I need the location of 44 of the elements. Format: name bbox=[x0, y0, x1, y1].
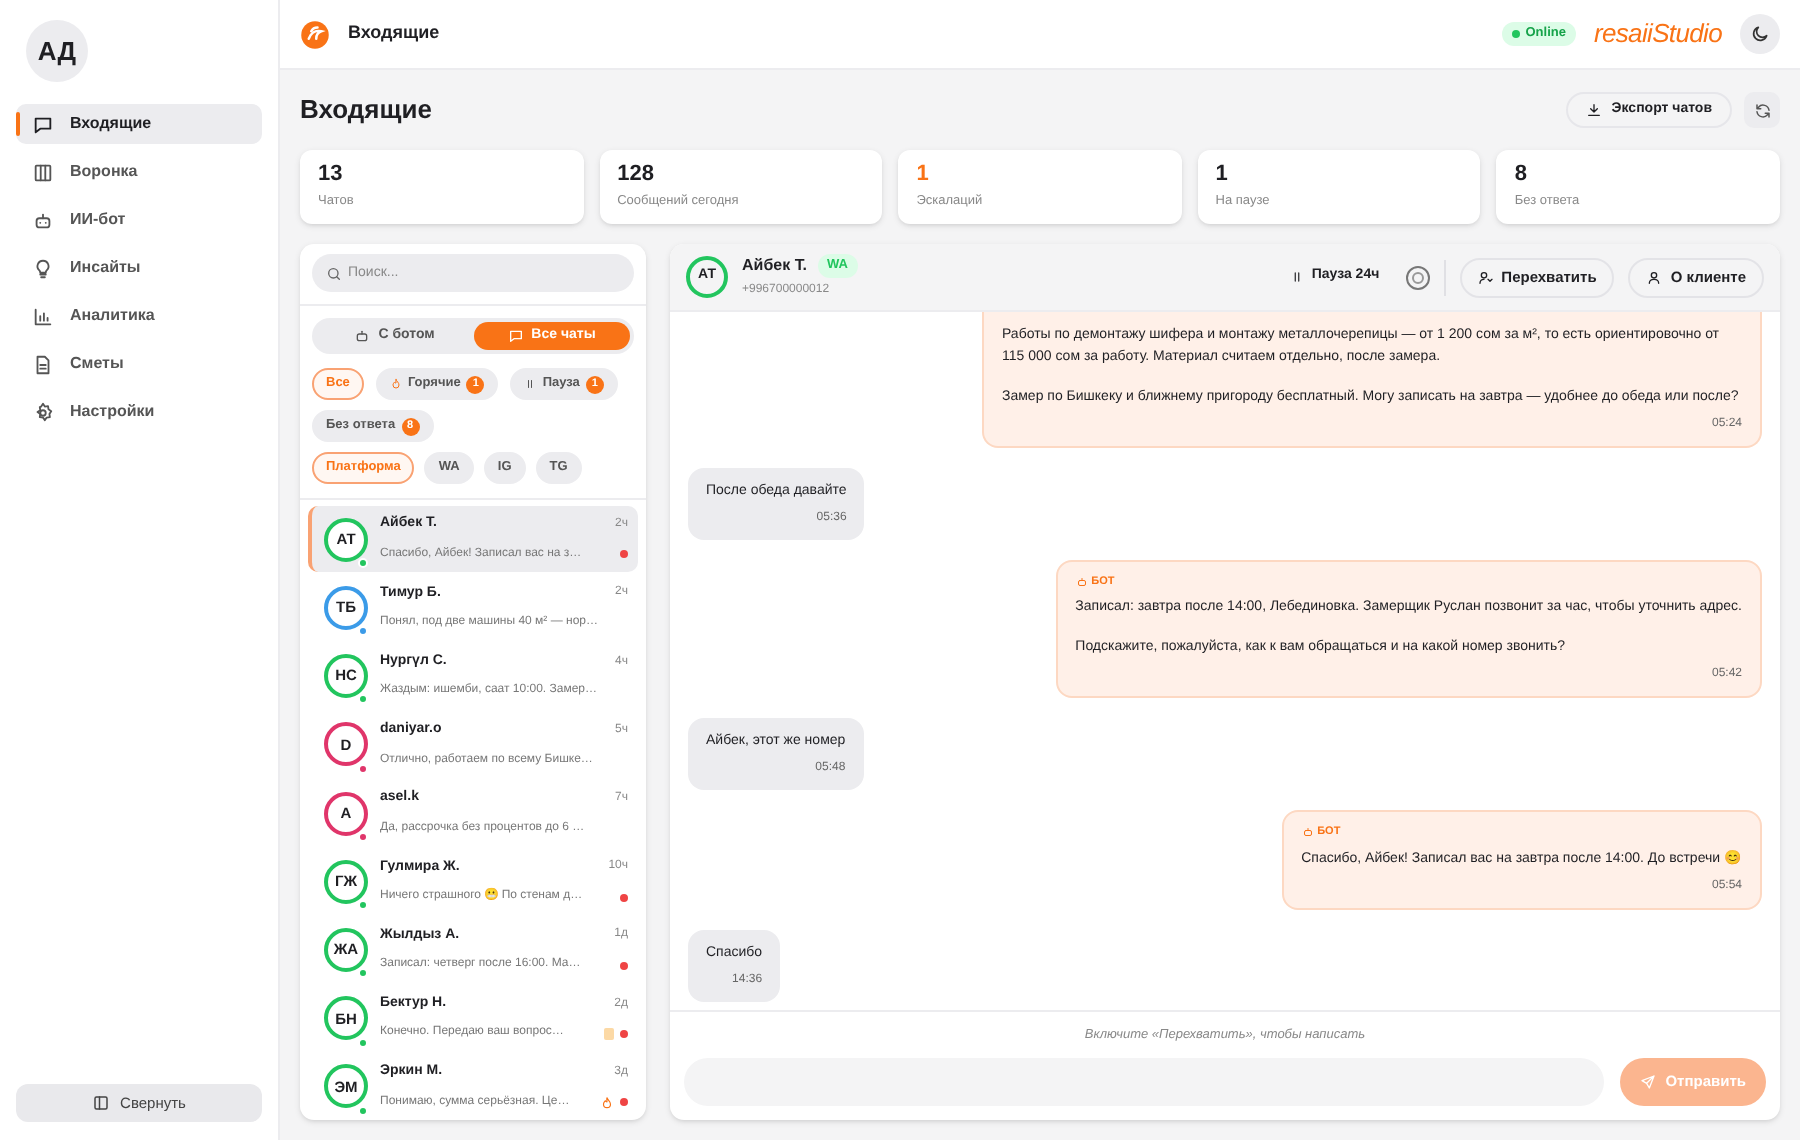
download-icon bbox=[1585, 102, 1602, 118]
refresh-icon bbox=[1753, 101, 1771, 119]
stat-value: 1 bbox=[916, 160, 931, 188]
nav-item[interactable]: Настройки bbox=[16, 392, 262, 432]
nav-item[interactable]: Сметы bbox=[16, 344, 262, 384]
brand-logo: resaiiStudio bbox=[1593, 16, 1722, 53]
nav-item[interactable]: Воронка bbox=[16, 152, 262, 192]
nav-item[interactable]: Аналитика bbox=[16, 296, 262, 336]
settings-icon bbox=[32, 401, 54, 423]
bar-chart-icon bbox=[32, 305, 54, 327]
user-icon bbox=[1477, 269, 1494, 285]
refresh-button[interactable] bbox=[1744, 92, 1780, 128]
document-icon bbox=[32, 353, 54, 375]
stat-value: 128 bbox=[617, 160, 656, 188]
pause-icon bbox=[1289, 270, 1304, 284]
info-button[interactable] bbox=[1405, 265, 1430, 289]
theme-toggle-button[interactable] bbox=[1740, 14, 1780, 54]
sidebar-icon bbox=[92, 1094, 111, 1112]
flame-icon bbox=[389, 378, 402, 391]
contact-name: Айбек Т. bbox=[742, 254, 808, 278]
columns-icon bbox=[32, 161, 54, 183]
nav-item[interactable]: Инсайты bbox=[16, 248, 262, 288]
nav-item[interactable]: Входящие bbox=[16, 104, 262, 144]
logo-icon bbox=[300, 19, 330, 49]
chat-icon bbox=[507, 327, 524, 344]
chat-icon bbox=[32, 113, 54, 135]
robot-icon bbox=[354, 327, 371, 344]
ring-icon bbox=[1411, 271, 1424, 283]
stat-value: 8 bbox=[1514, 160, 1530, 188]
user-avatar: АД bbox=[26, 20, 88, 82]
stat-value: 13 bbox=[318, 160, 345, 188]
send-icon bbox=[1639, 1074, 1656, 1090]
moon-icon bbox=[1750, 24, 1770, 44]
nav-item[interactable]: ИИ-бот bbox=[16, 200, 262, 240]
robot-icon bbox=[1075, 576, 1088, 589]
robot-icon bbox=[1301, 826, 1314, 839]
pause-icon bbox=[524, 378, 537, 391]
search-icon bbox=[326, 265, 342, 281]
stat-value: 1 bbox=[1215, 160, 1230, 188]
user-icon bbox=[1646, 269, 1663, 285]
page-title: Входящие bbox=[300, 92, 432, 129]
lightbulb-icon bbox=[32, 257, 54, 279]
robot-icon bbox=[32, 209, 54, 231]
header-title: Входящие bbox=[348, 20, 440, 47]
